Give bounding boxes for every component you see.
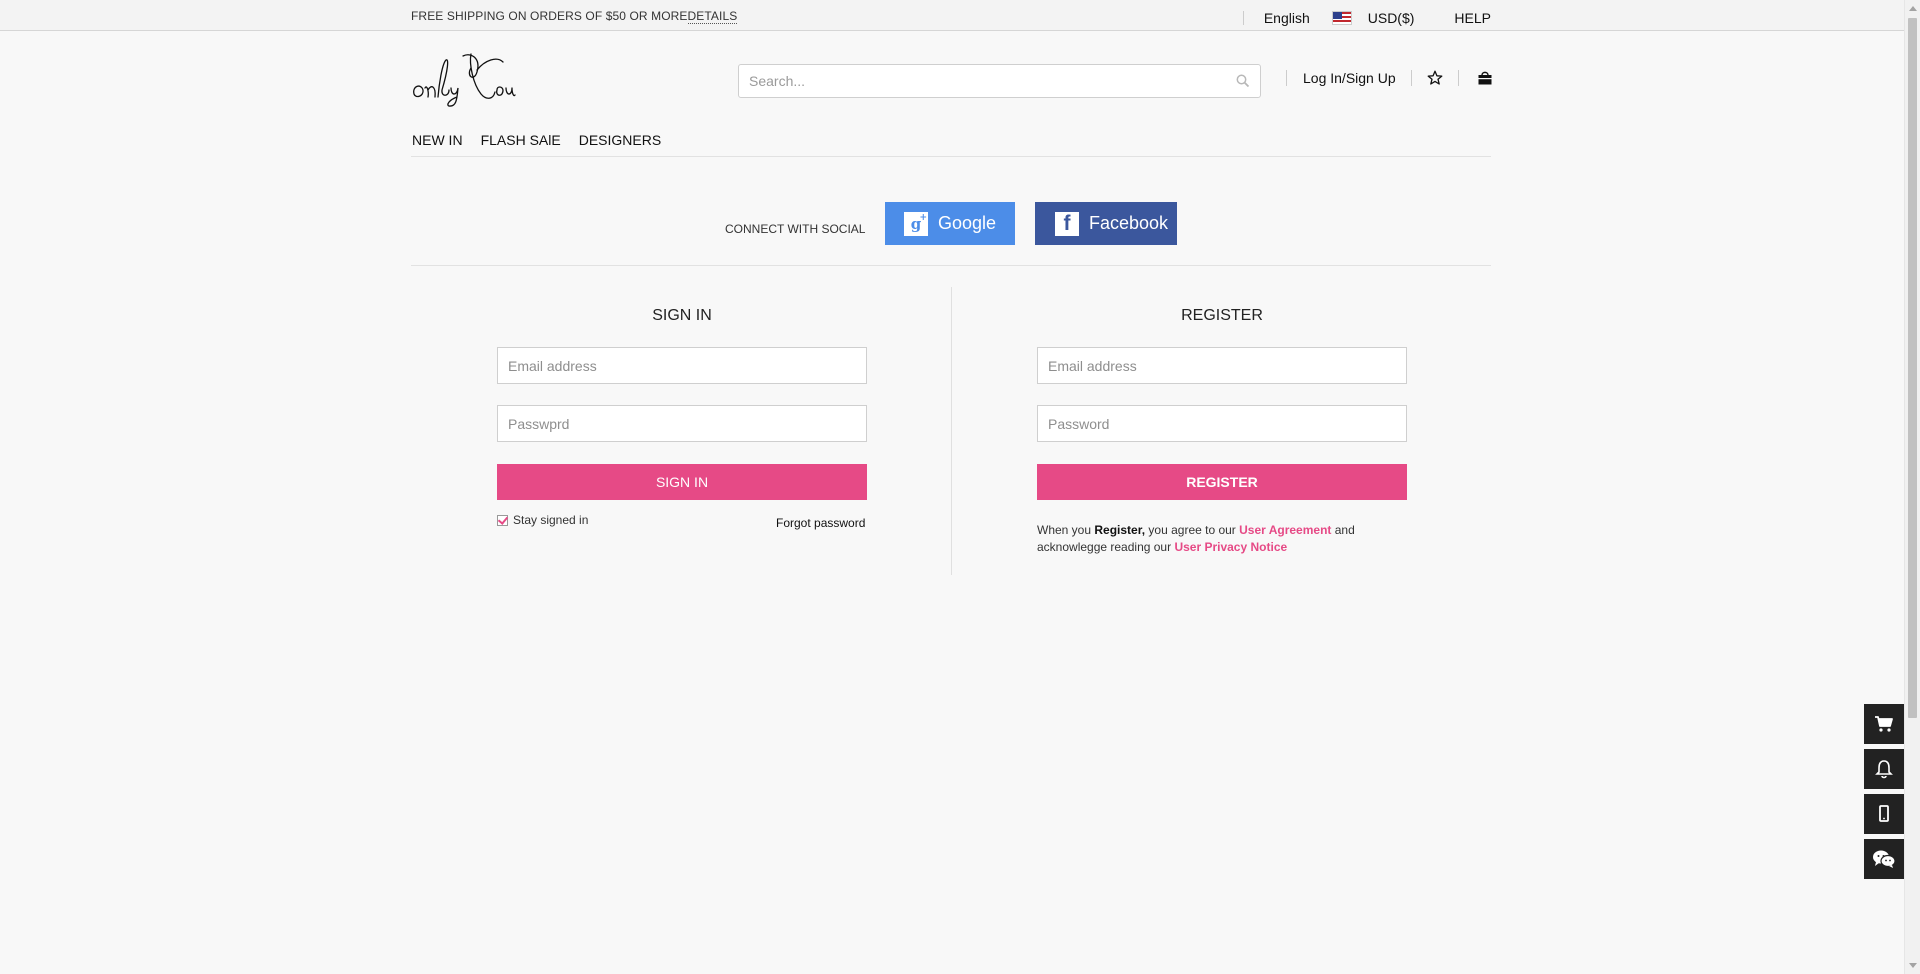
scroll-down-arrow-icon[interactable] — [1909, 963, 1917, 968]
signin-button[interactable]: SIGN IN — [497, 464, 867, 500]
side-wechat-button[interactable] — [1864, 839, 1904, 879]
stay-signed-in: Stay signed in — [497, 513, 588, 527]
google-plus-icon: g + — [904, 211, 928, 236]
terms-text: When you — [1037, 523, 1095, 537]
terms-text: you agree to our — [1145, 523, 1240, 537]
site-logo[interactable]: onlyYou — [411, 50, 516, 108]
page-scrollbar[interactable] — [1904, 0, 1920, 974]
scrollbar-thumb[interactable] — [1908, 18, 1917, 718]
bell-icon — [1875, 760, 1893, 779]
language-selector[interactable]: English — [1264, 10, 1310, 26]
register-password-input[interactable] — [1038, 406, 1406, 441]
nav-flash-sale[interactable]: FLASH SAlE — [481, 132, 561, 148]
header-account-tools: Log In/Sign Up — [1286, 70, 1493, 86]
star-icon[interactable] — [1427, 70, 1443, 86]
social-divider — [411, 265, 1491, 266]
terms-bold: Register, — [1094, 523, 1146, 537]
side-notification-button[interactable] — [1864, 749, 1904, 789]
shipping-text: FREE SHIPPING ON ORDERS OF $50 OR MORE — [411, 9, 688, 23]
privacy-notice-link[interactable]: User Privacy Notice — [1174, 540, 1287, 554]
search-icon[interactable] — [1236, 74, 1250, 88]
signin-email-input[interactable] — [498, 348, 866, 383]
main-nav: NEW IN FLASH SAlE DESIGNERS — [412, 132, 679, 148]
stay-signed-in-checkbox[interactable] — [497, 514, 508, 526]
google-label: Google — [938, 213, 997, 233]
signin-password-field — [497, 405, 867, 442]
facebook-label: Facebook — [1089, 213, 1169, 233]
mobile-icon — [1879, 805, 1889, 822]
user-agreement-link[interactable]: User Agreement — [1239, 523, 1331, 537]
top-right-links: English USD($) HELP — [1242, 10, 1491, 26]
details-link[interactable]: DETAILS — [687, 9, 738, 24]
register-terms: When you Register, you agree to our User… — [1037, 522, 1417, 556]
signin-password-input[interactable] — [498, 406, 866, 441]
forgot-password-link[interactable]: Forgot password — [776, 516, 865, 530]
register-email-input[interactable] — [1038, 348, 1406, 383]
register-button[interactable]: REGISTER — [1037, 464, 1407, 500]
free-shipping-notice: FREE SHIPPING ON ORDERS OF $50 OR MOREDE… — [411, 9, 738, 24]
shopping-bag-icon[interactable] — [1477, 70, 1493, 86]
register-password-field — [1037, 405, 1407, 442]
forms-divider — [951, 287, 952, 575]
stay-signed-in-label: Stay signed in — [513, 513, 589, 527]
top-announcement-bar: FREE SHIPPING ON ORDERS OF $50 OR MOREDE… — [0, 0, 1904, 31]
help-link[interactable]: HELP — [1454, 10, 1491, 26]
currency-selector[interactable]: USD($) — [1368, 10, 1415, 26]
cart-icon — [1875, 716, 1893, 732]
scroll-up-arrow-icon[interactable] — [1909, 6, 1917, 11]
divider — [1286, 70, 1287, 86]
us-flag-icon[interactable] — [1331, 11, 1352, 25]
facebook-login-button[interactable]: f Facebook — [1035, 202, 1177, 245]
nav-designers[interactable]: DESIGNERS — [579, 132, 661, 148]
register-email-field — [1037, 347, 1407, 384]
search-box — [738, 64, 1261, 98]
register-title: REGISTER — [1181, 307, 1263, 324]
side-mobile-app-button[interactable] — [1864, 794, 1904, 834]
wechat-icon — [1873, 850, 1896, 868]
divider — [1457, 70, 1459, 86]
divider — [1410, 70, 1412, 86]
signin-title: SIGN IN — [652, 307, 712, 324]
google-login-button[interactable]: g + Google — [885, 202, 1015, 245]
login-signup-link[interactable]: Log In/Sign Up — [1303, 70, 1396, 86]
nav-new-in[interactable]: NEW IN — [412, 132, 463, 148]
divider — [1242, 11, 1244, 25]
connect-social-label: CONNECT WITH SOCIAL — [725, 222, 866, 236]
nav-divider — [411, 156, 1491, 157]
side-cart-button[interactable] — [1864, 704, 1904, 744]
signin-email-field — [497, 347, 867, 384]
facebook-icon: f — [1055, 211, 1079, 236]
search-input[interactable] — [739, 65, 1229, 97]
